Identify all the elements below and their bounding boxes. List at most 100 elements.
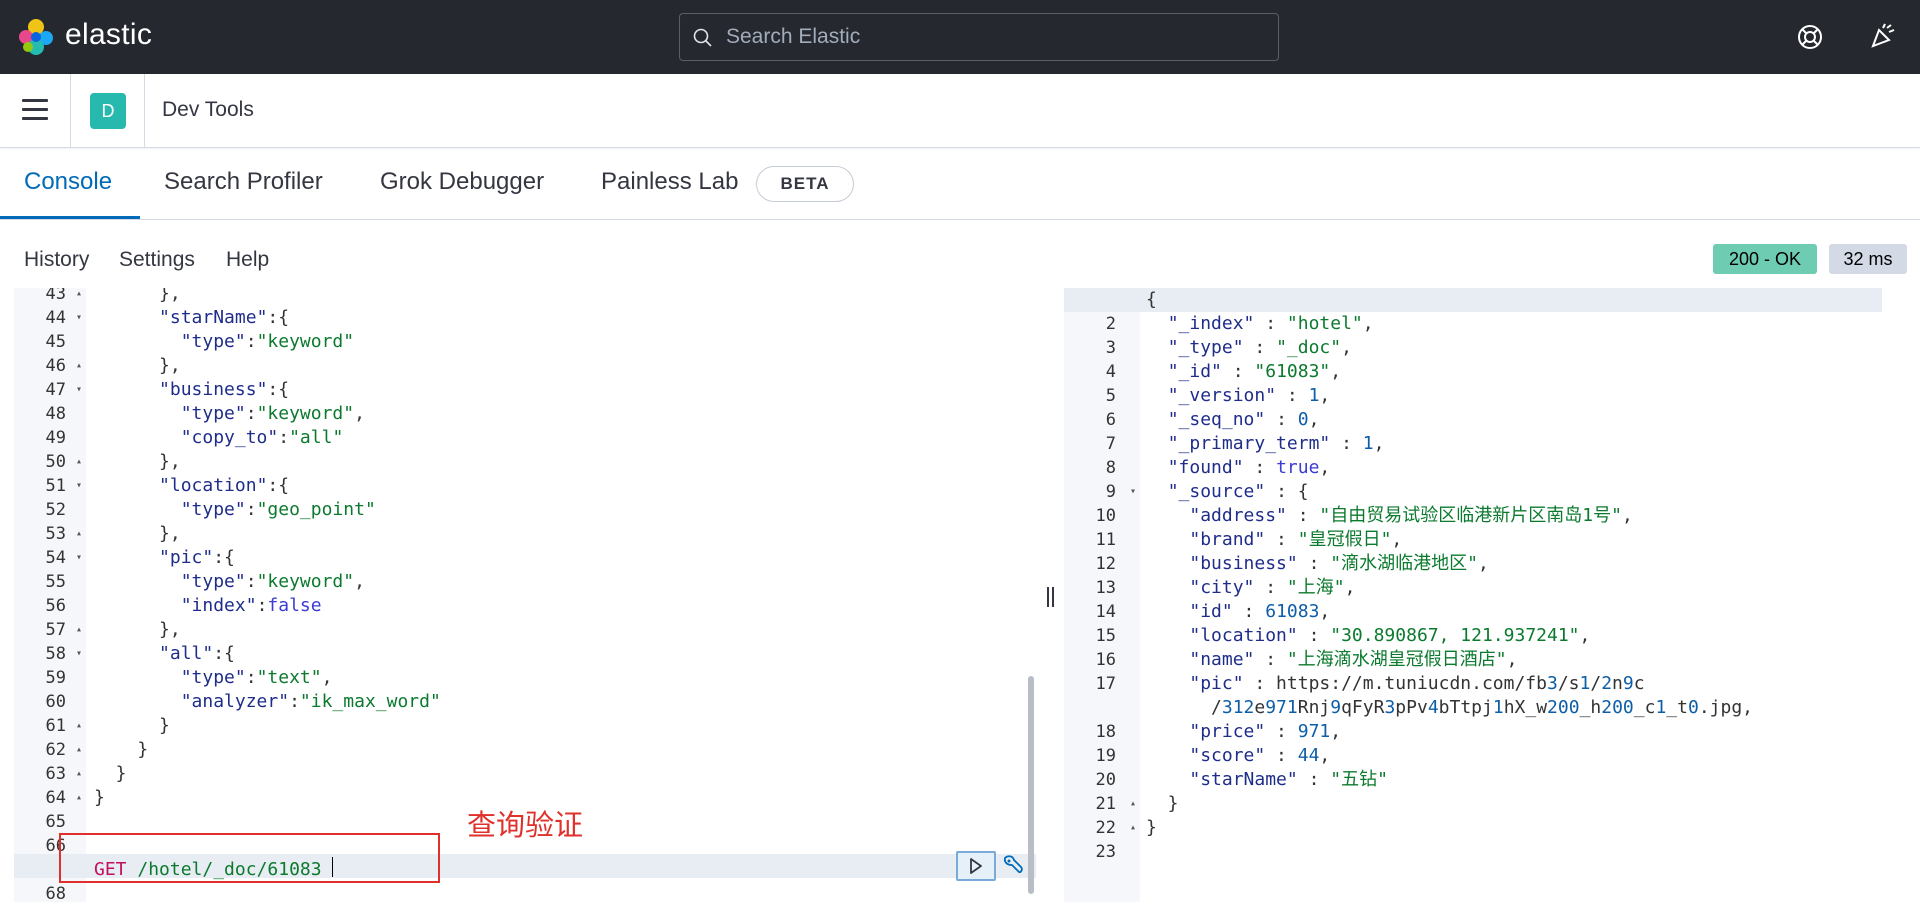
editor-scrollbar[interactable] (1028, 676, 1034, 894)
annotation-box (59, 833, 440, 883)
breadcrumb-bar: D Dev Tools (0, 74, 1920, 148)
code-line: "name" : "上海滴水湖皇冠假日酒店", (1189, 649, 1518, 670)
code-line: "business":{ (159, 379, 290, 400)
code-line: } (1146, 817, 1157, 838)
code-line: "_type" : "_doc", (1167, 337, 1352, 358)
code-line: { (1146, 289, 1157, 310)
newsfeed-icon[interactable] (1869, 22, 1897, 50)
line-number: 60 (45, 692, 66, 712)
line-number: 4 (1105, 362, 1116, 382)
code-line: "copy_to":"all" (180, 427, 344, 448)
line-number: 21 ▴ (1095, 792, 1136, 816)
history-link[interactable]: History (24, 248, 89, 272)
search-input[interactable] (726, 20, 1266, 54)
line-number: 62 ▴ (45, 738, 82, 762)
code-line: }, (94, 355, 181, 376)
fold-toggle-icon[interactable]: ▴ (76, 522, 82, 546)
brand-name[interactable]: elastic (65, 18, 152, 52)
line-number: 9 ▾ (1105, 480, 1136, 504)
fold-toggle-icon[interactable]: ▴ (76, 354, 82, 378)
divider (70, 74, 71, 148)
line-number: 14 (1095, 602, 1116, 622)
line-number: 5 (1105, 386, 1116, 406)
line-number: 65 (45, 812, 66, 832)
panel-resizer[interactable] (1047, 587, 1057, 609)
fold-toggle-icon[interactable]: ▴ (76, 450, 82, 474)
line-number: 50 ▴ (45, 450, 82, 474)
wrench-icon[interactable] (1000, 853, 1026, 879)
line-number: 48 (45, 404, 66, 424)
code-line: "found" : true, (1167, 457, 1331, 478)
tab-search-profiler[interactable]: Search Profiler (164, 168, 323, 196)
fold-toggle-icon[interactable]: ▴ (1130, 816, 1136, 840)
code-line: }, (94, 288, 181, 304)
console-menu: History Settings Help (0, 220, 1920, 288)
line-number: 15 (1095, 626, 1116, 646)
code-line: "address" : "自由贸易试验区临港新片区南岛1号", (1189, 505, 1633, 526)
line-number: 23 (1095, 842, 1116, 862)
line-number: 18 (1095, 722, 1116, 742)
fold-toggle-icon[interactable]: ▴ (76, 618, 82, 642)
line-number: 6 (1105, 410, 1116, 430)
status-badge: 200 - OK (1713, 244, 1817, 274)
annotation-label: 查询验证 (467, 808, 584, 842)
fold-toggle-icon[interactable]: ▴ (1130, 792, 1136, 816)
fold-toggle-icon[interactable]: ▾ (76, 306, 82, 330)
line-number: 61 ▴ (45, 714, 82, 738)
line-number: 49 (45, 428, 66, 448)
help-link[interactable]: Help (226, 248, 269, 272)
code-line: "all":{ (159, 643, 235, 664)
line-number: 13 (1095, 578, 1116, 598)
line-number: 58 ▾ (45, 642, 82, 666)
global-search[interactable] (679, 13, 1279, 61)
line-number: 56 (45, 596, 66, 616)
code-line: "type":"keyword", (180, 403, 365, 424)
line-number: 8 (1105, 458, 1116, 478)
code-line: "_id" : "61083", (1167, 361, 1342, 382)
code-line: "starName" : "五钻" (1189, 769, 1388, 790)
line-number (1064, 696, 1140, 720)
tab-painless-lab[interactable]: Painless Lab (601, 168, 738, 196)
space-avatar[interactable]: D (90, 93, 126, 129)
fold-toggle-icon[interactable]: ▾ (76, 378, 82, 402)
tab-grok-debugger[interactable]: Grok Debugger (380, 168, 544, 196)
line-number: 51 ▾ (45, 474, 82, 498)
line-number: 55 (45, 572, 66, 592)
code-line: } (94, 715, 170, 736)
send-request-button[interactable] (956, 851, 996, 881)
fold-toggle-icon[interactable]: ▴ (76, 786, 82, 810)
code-line: } (1146, 793, 1179, 814)
hamburger-menu-icon[interactable] (22, 99, 48, 121)
active-line-highlight (1064, 288, 1882, 312)
settings-link[interactable]: Settings (119, 248, 195, 272)
fold-toggle-icon[interactable]: ▾ (1130, 480, 1136, 504)
code-line: "business" : "滴水湖临港地区", (1189, 553, 1489, 574)
line-number: 46 ▴ (45, 354, 82, 378)
code-line: "_seq_no" : 0, (1167, 409, 1320, 430)
request-time-badge: 32 ms (1829, 244, 1907, 274)
line-number: 16 (1095, 650, 1116, 670)
code-line: "_version" : 1, (1167, 385, 1331, 406)
fold-toggle-icon[interactable]: ▴ (76, 738, 82, 762)
fold-toggle-icon[interactable]: ▴ (76, 714, 82, 738)
fold-toggle-icon[interactable]: ▾ (76, 546, 82, 570)
fold-toggle-icon[interactable]: ▴ (76, 762, 82, 786)
code-line: /312e971Rnj9qFyR3pPv4bTtpj1hX_w200_h200_… (1146, 697, 1754, 718)
elastic-logo-icon[interactable] (18, 18, 54, 56)
code-line: }, (94, 619, 181, 640)
fold-toggle-icon[interactable]: ▾ (76, 474, 82, 498)
line-number: 54 ▾ (45, 546, 82, 570)
response-editor[interactable]: 1▾23456789▾101112131415161718192021▴22▴2… (1064, 288, 1882, 902)
search-icon (693, 28, 712, 47)
code-line: "price" : 971, (1189, 721, 1342, 742)
line-number: 22 ▴ (1095, 816, 1136, 840)
line-number: 64 ▴ (45, 786, 82, 810)
line-number: 20 (1095, 770, 1116, 790)
code-line: "id" : 61083, (1189, 601, 1331, 622)
code-line: "analyzer":"ik_max_word" (180, 691, 441, 712)
help-icon[interactable] (1797, 24, 1823, 50)
fold-toggle-icon[interactable]: ▴ (76, 288, 82, 306)
fold-toggle-icon[interactable]: ▾ (76, 642, 82, 666)
line-number: 7 (1105, 434, 1116, 454)
tab-console[interactable]: Console (24, 168, 112, 196)
